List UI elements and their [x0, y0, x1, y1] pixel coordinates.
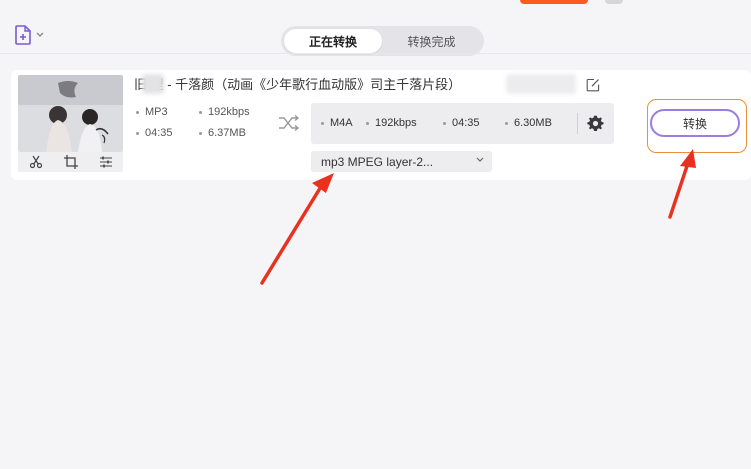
top-strip — [0, 0, 751, 4]
target-size: 6.30MB — [514, 117, 552, 129]
arrow-to-codec — [260, 173, 334, 285]
source-format: MP3 — [145, 106, 168, 118]
source-bitrate: 192kbps — [208, 106, 250, 118]
convert-button[interactable]: 转换 — [650, 109, 740, 137]
file-card: 旧 哩 - 千落颜（动画《少年歌行血动版》司主千落片段） MP3 192kbps… — [11, 70, 751, 180]
crop-icon — [63, 155, 78, 169]
chevron-down-icon — [36, 32, 44, 37]
trim-button[interactable] — [28, 154, 44, 170]
scissors-icon — [29, 155, 42, 169]
conversion-tabs: 正在转换 转换完成 — [281, 26, 484, 56]
source-info: MP3 192kbps 04:35 6.37MB — [134, 106, 269, 146]
source-duration: 04:35 — [145, 127, 173, 139]
tab-converting[interactable]: 正在转换 — [284, 29, 382, 53]
edit-icon[interactable] — [586, 78, 600, 92]
divider — [577, 113, 578, 134]
chevron-down-icon — [476, 157, 484, 162]
target-duration: 04:35 — [452, 117, 480, 129]
header-divider — [0, 53, 751, 54]
target-format: M4A — [330, 117, 353, 129]
target-info[interactable]: M4A 192kbps 04:35 6.30MB — [311, 103, 614, 144]
target-bitrate: 192kbps — [375, 117, 417, 129]
crop-button[interactable] — [63, 154, 79, 170]
source-size: 6.37MB — [208, 127, 246, 139]
redacted-text — [142, 74, 164, 94]
video-thumbnail[interactable] — [18, 75, 123, 152]
sliders-icon — [99, 156, 112, 168]
header: 正在转换 转换完成 — [0, 8, 751, 56]
shuffle-icon — [279, 114, 300, 132]
avatar[interactable] — [605, 0, 623, 4]
redacted-text — [506, 74, 576, 94]
codec-dropdown[interactable]: mp3 MPEG layer-2... — [311, 151, 492, 172]
upgrade-button-peek[interactable] — [520, 0, 588, 4]
tab-finished[interactable]: 转换完成 — [382, 29, 481, 53]
add-file-icon — [15, 25, 31, 45]
codec-selected-value: mp3 MPEG layer-2... — [321, 154, 434, 169]
gear-icon[interactable] — [587, 115, 604, 132]
add-file-button[interactable] — [14, 24, 50, 46]
effects-button[interactable] — [98, 154, 114, 170]
thumbnail-toolbar — [18, 152, 123, 172]
